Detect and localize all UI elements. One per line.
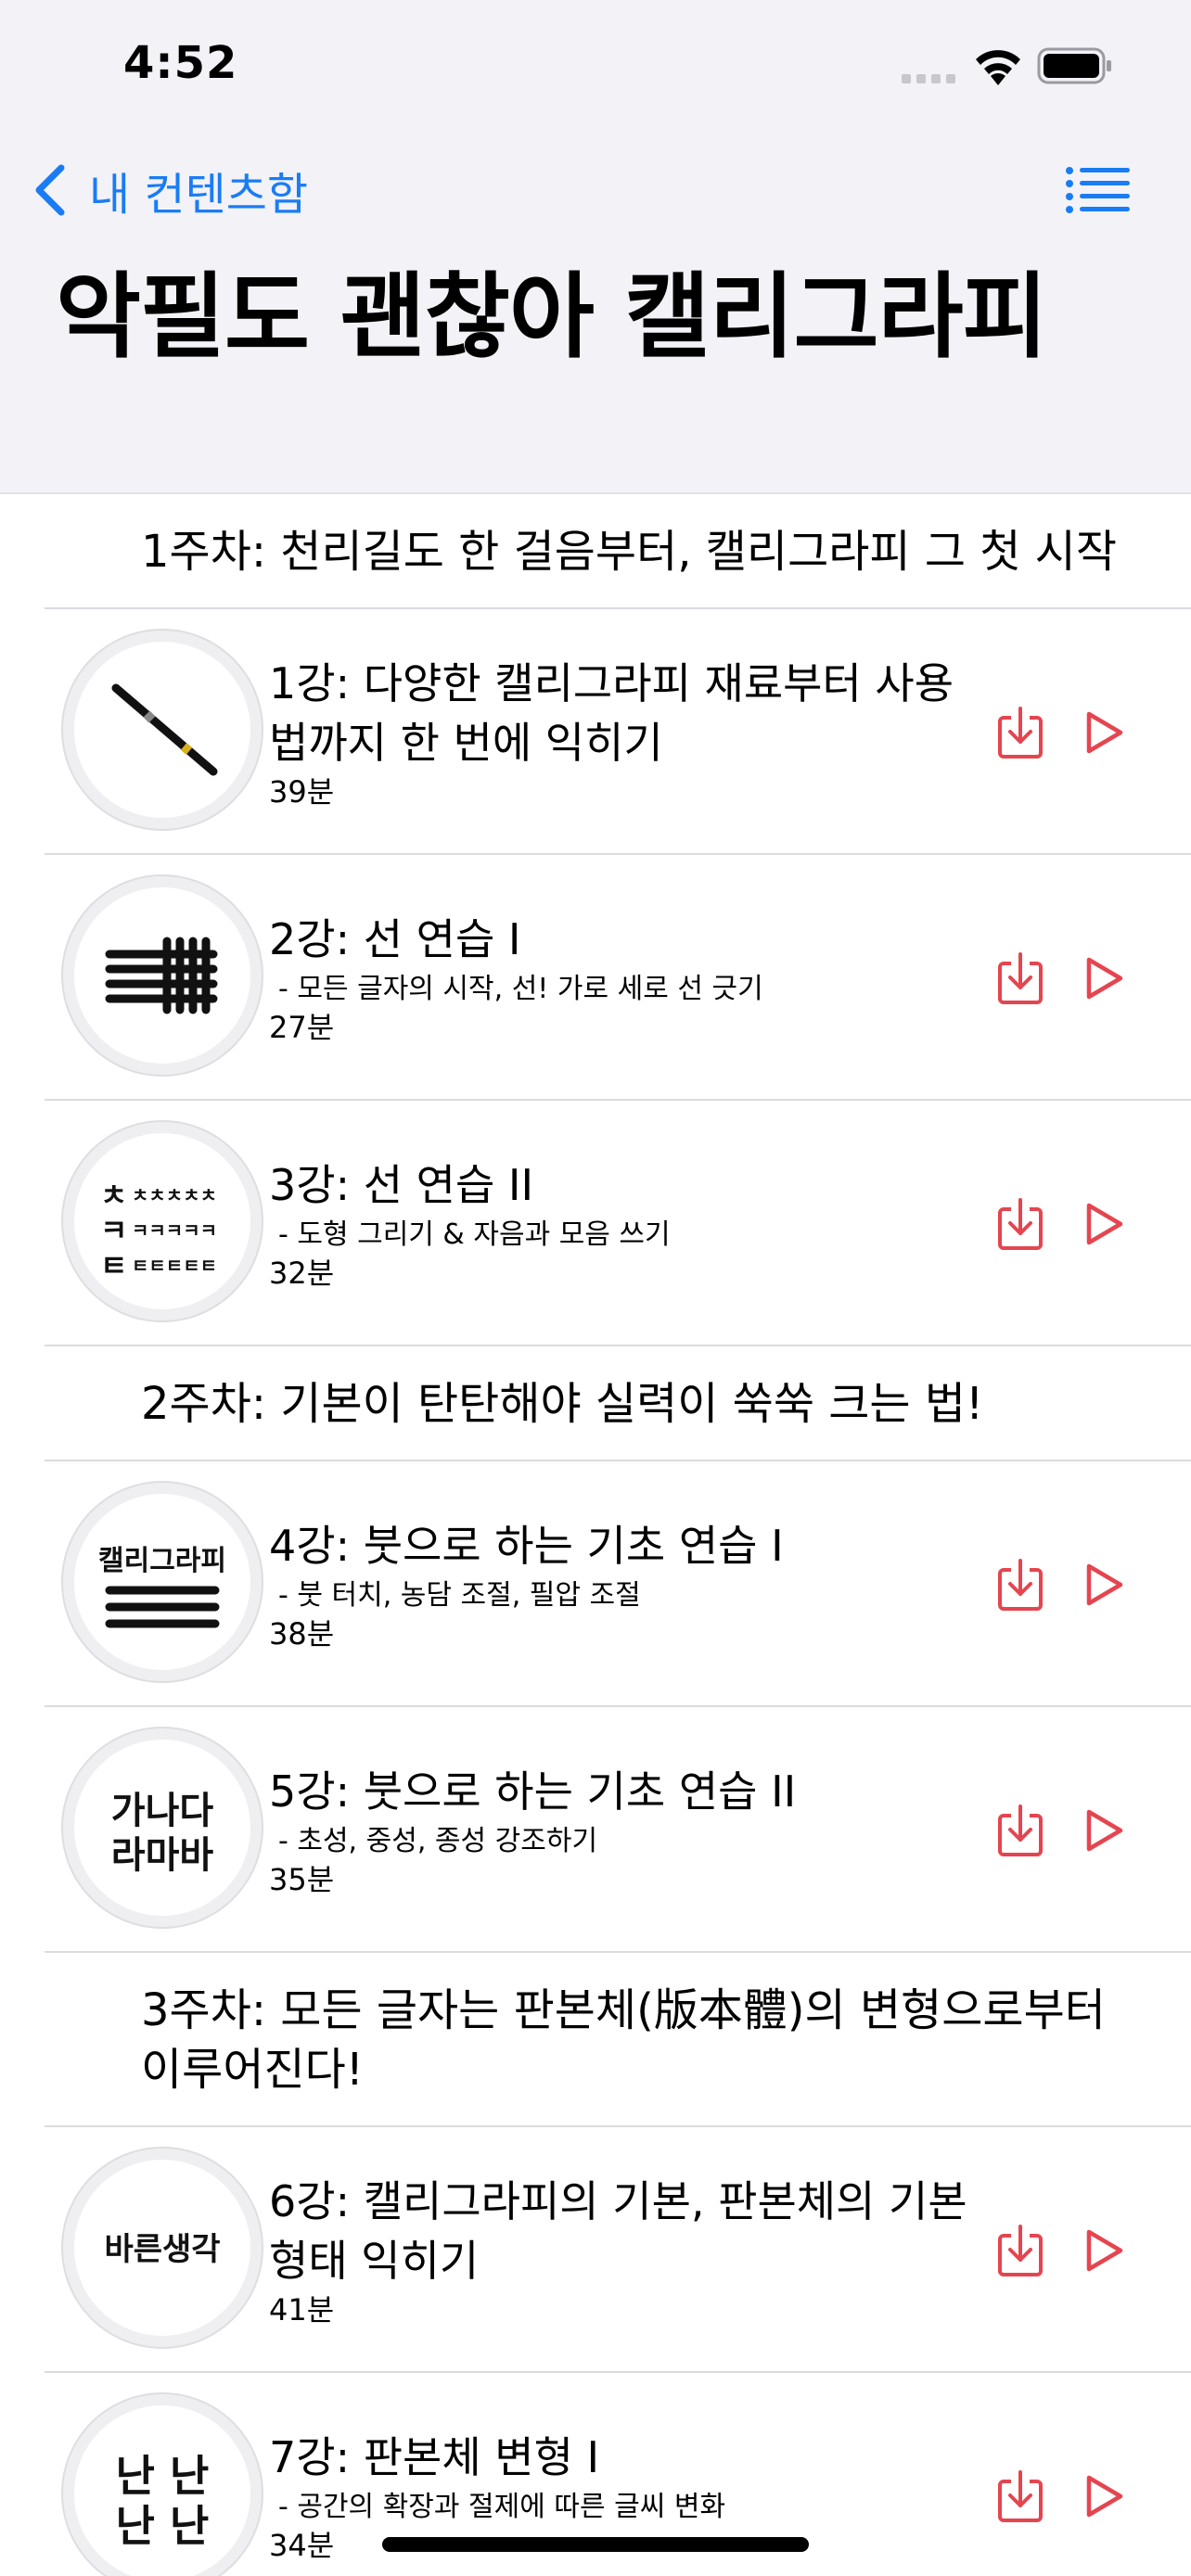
svg-text:ㅋ: ㅋ: [100, 1213, 127, 1248]
brush-pen-thumbnail: [111, 683, 218, 776]
svg-text:ㅌ: ㅌ: [100, 1248, 127, 1283]
lesson-row[interactable]: 캘리그라피 4강: 붓으로 하는 기초 연습 I - 붓 터치, 농담 조절, …: [0, 1461, 1191, 1707]
lesson-subtitle: - 공간의 확장과 절제에 따른 글씨 변화: [278, 2490, 726, 2523]
lesson-thumbnail: 가나다 라마바: [74, 1740, 250, 1916]
download-icon[interactable]: [996, 2223, 1044, 2278]
lesson-thumbnail: 난 난 난 난: [74, 2405, 250, 2576]
status-time: 4:52: [123, 37, 238, 89]
lesson-duration: 32분: [269, 1255, 335, 1291]
nan-thumbnail: 난 난 난 난: [116, 2451, 210, 2551]
thumb-line-2: 난 난: [116, 2501, 210, 2551]
lesson-row[interactable]: ㅊㅊㅊㅊㅊㅊ ㅋㅋㅋㅋㅋㅋ ㅌㅌㅌㅌㅌㅌ 3강: 선 연습 II - 도형 그리…: [0, 1101, 1191, 1346]
thumb-line-2: 라마바: [111, 1834, 214, 1877]
lesson-subtitle: - 초성, 중성, 종성 강조하기: [278, 1824, 598, 1857]
lesson-row[interactable]: 가나다 라마바 5강: 붓으로 하는 기초 연습 II - 초성, 중성, 종성…: [0, 1707, 1191, 1953]
lesson-title: 6강: 캘리그라피의 기본, 판본체의 기본 형태 익히기: [269, 2175, 967, 2286]
lesson-duration: 39분: [269, 773, 335, 810]
lesson-thumbnail: [74, 887, 250, 1064]
lesson-title: 4강: 붓으로 하는 기초 연습 I: [269, 1520, 784, 1571]
thumb-word: 캘리그라피: [98, 1545, 226, 1577]
download-icon[interactable]: [996, 1803, 1044, 1858]
calligraphy-word-thumbnail: 캘리그라피: [98, 1545, 226, 1628]
play-icon[interactable]: [1083, 1561, 1126, 1609]
week-header: 3주차: 모든 글자는 판본체(版本體)의 변형으로부터 이루어진다!: [0, 1953, 1191, 2127]
lesson-list: 1주차: 천리길도 한 걸음부터, 캘리그라피 그 첫 시작 1강: 다양한 캘…: [0, 494, 1191, 2576]
lesson-duration: 35분: [269, 1861, 335, 1897]
lesson-title: 1강: 다양한 캘리그라피 재료부터 사용법까지 한 번에 익히기: [269, 657, 954, 768]
lesson-row[interactable]: 2강: 선 연습 I - 모든 글자의 시작, 선! 가로 세로 선 긋기 27…: [0, 855, 1191, 1101]
svg-text:ㅊㅊㅊㅊㅊ: ㅊㅊㅊㅊㅊ: [132, 1184, 217, 1206]
download-icon[interactable]: [996, 1557, 1044, 1613]
bareun-thumbnail: 바른생각: [104, 2231, 220, 2268]
wifi-icon: [976, 50, 1020, 85]
lesson-subtitle: - 도형 그리기 & 자음과 모음 쓰기: [278, 1218, 671, 1251]
lesson-subtitle: - 붓 터치, 농담 조절, 필압 조절: [278, 1578, 641, 1612]
thumb-line-1: 난 난: [116, 2451, 210, 2501]
lesson-title: 5강: 붓으로 하는 기초 연습 II: [269, 1766, 797, 1817]
lesson-info: 3강: 선 연습 II - 도형 그리기 & 자음과 모음 쓰기 32분: [269, 1155, 987, 1293]
lesson-thumbnail: 바른생각: [74, 2160, 250, 2336]
lesson-title: 3강: 선 연습 II: [269, 1159, 534, 1210]
thumb-line-1: 가나다: [111, 1790, 214, 1832]
play-icon[interactable]: [1083, 708, 1126, 757]
battery-icon: [1037, 47, 1111, 84]
play-icon[interactable]: [1083, 1200, 1126, 1248]
back-button[interactable]: 내 컨텐츠함: [32, 158, 308, 223]
lesson-row[interactable]: 1강: 다양한 캘리그라피 재료부터 사용법까지 한 번에 익히기 39분: [0, 609, 1191, 855]
ganada-thumbnail: 가나다 라마바: [111, 1790, 214, 1877]
lesson-title: 2강: 선 연습 I: [269, 913, 521, 964]
play-icon[interactable]: [1083, 954, 1126, 1002]
back-button-label: 내 컨텐츠함: [89, 169, 309, 221]
lesson-duration: 38분: [269, 1615, 335, 1651]
lesson-title: 7강: 판본체 변형 I: [269, 2431, 600, 2482]
consonants-thumbnail: ㅊㅊㅊㅊㅊㅊ ㅋㅋㅋㅋㅋㅋ ㅌㅌㅌㅌㅌㅌ: [100, 1178, 217, 1283]
list-menu-icon[interactable]: [1065, 165, 1132, 217]
week-header: 2주차: 기본이 탄탄해야 실력이 쑥쑥 크는 법!: [0, 1346, 1191, 1461]
lesson-subtitle: - 모든 글자의 시작, 선! 가로 세로 선 긋기: [278, 972, 763, 1005]
play-icon[interactable]: [1083, 2226, 1126, 2275]
week-header: 1주차: 천리길도 한 걸음부터, 캘리그라피 그 첫 시작: [0, 494, 1191, 609]
lesson-info: 5강: 붓으로 하는 기초 연습 II - 초성, 중성, 종성 강조하기 35…: [269, 1762, 987, 1899]
play-icon[interactable]: [1083, 1806, 1126, 1855]
download-icon[interactable]: [996, 950, 1044, 1006]
svg-text:ㅋㅋㅋㅋㅋ: ㅋㅋㅋㅋㅋ: [132, 1219, 217, 1242]
play-icon[interactable]: [1083, 2472, 1126, 2520]
lesson-thumbnail: [74, 642, 250, 818]
lesson-info: 6강: 캘리그라피의 기본, 판본체의 기본 형태 익히기 41분: [269, 2172, 987, 2329]
lesson-info: 2강: 선 연습 I - 모든 글자의 시작, 선! 가로 세로 선 긋기 27…: [269, 910, 987, 1047]
lesson-info: 4강: 붓으로 하는 기초 연습 I - 붓 터치, 농담 조절, 필압 조절 …: [269, 1516, 987, 1653]
chevron-left-icon: [35, 164, 65, 216]
svg-text:ㅊ: ㅊ: [100, 1178, 127, 1213]
lesson-row[interactable]: 바른생각 6강: 캘리그라피의 기본, 판본체의 기본 형태 익히기 41분: [0, 2127, 1191, 2373]
home-indicator[interactable]: [382, 2537, 809, 2552]
thumb-word: 바른생각: [104, 2231, 220, 2268]
lesson-duration: 41분: [269, 2291, 335, 2327]
download-icon[interactable]: [996, 1196, 1044, 1252]
cellular-signal-icon: [902, 70, 957, 83]
svg-text:ㅌㅌㅌㅌㅌ: ㅌㅌㅌㅌㅌ: [132, 1255, 217, 1277]
download-icon[interactable]: [996, 2468, 1044, 2524]
lesson-thumbnail: ㅊㅊㅊㅊㅊㅊ ㅋㅋㅋㅋㅋㅋ ㅌㅌㅌㅌㅌㅌ: [74, 1133, 250, 1309]
lesson-thumbnail: 캘리그라피: [74, 1494, 250, 1670]
lesson-info: 1강: 다양한 캘리그라피 재료부터 사용법까지 한 번에 익히기 39분: [269, 654, 987, 811]
lesson-duration: 27분: [269, 1009, 335, 1045]
status-bar: 4:52: [0, 0, 1191, 139]
download-icon[interactable]: [996, 705, 1044, 760]
page-title: 악필도 괜찮아 캘리그라피: [56, 262, 1048, 371]
line-grid-thumbnail: [105, 937, 218, 1014]
